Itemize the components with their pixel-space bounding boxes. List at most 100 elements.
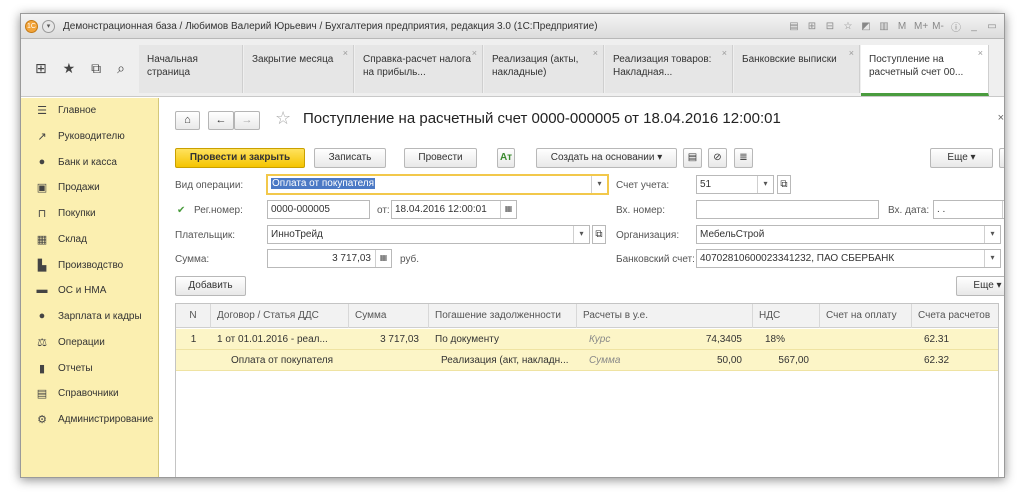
back-button[interactable]: ← (208, 111, 234, 130)
column-header[interactable]: Погашение задолженности (429, 304, 577, 328)
regnum-field[interactable]: 0000-000005 (267, 200, 370, 219)
calendar-icon[interactable]: ▦ (1002, 201, 1004, 218)
close-icon[interactable]: × (998, 112, 1004, 124)
table-more-button[interactable]: Еще ▾ (956, 276, 1004, 296)
sidebar-item-warehouse[interactable]: ▦ Склад (21, 229, 159, 249)
sidebar-item-main[interactable]: ☰ Главное (21, 100, 159, 120)
home-button[interactable]: ⌂ (175, 111, 200, 130)
open-icon[interactable]: ⧉ (1004, 249, 1005, 268)
sidebar-item-sales[interactable]: ▣ Продажи (21, 177, 159, 197)
tab-sales-acts[interactable]: Реализация (акты, накладные) × (484, 45, 604, 93)
memory-minus-icon[interactable]: M- (932, 21, 944, 32)
close-icon[interactable]: × (978, 47, 983, 60)
open-icon[interactable]: ⧉ (777, 175, 791, 194)
tab-month-close[interactable]: Закрытие месяца × (244, 45, 354, 93)
calendar-icon[interactable]: ▦ (500, 201, 516, 218)
tab-bank-statements[interactable]: Банковские выписки × (734, 45, 860, 93)
title-bar: 1С ▾ Демонстрационная база / Любимов Вал… (21, 14, 1004, 39)
chevron-down-icon[interactable]: ▾ (757, 176, 773, 193)
chevron-down-icon[interactable]: ▾ (984, 250, 1000, 267)
open-icon[interactable]: ⧉ (1004, 225, 1005, 244)
favorite-icon[interactable]: ☆ (842, 21, 854, 32)
favorites-icon[interactable]: ★ (63, 60, 76, 77)
close-icon[interactable]: × (593, 47, 598, 60)
column-header[interactable]: Счета расчетов (912, 304, 1000, 328)
attachment-icon[interactable]: ⊘ (708, 148, 727, 168)
sidebar-item-salary[interactable]: ● Зарплата и кадры (21, 306, 159, 326)
calculator-icon[interactable]: ▦ (375, 250, 391, 267)
incoming-date-field[interactable]: . . ▦ (933, 200, 1004, 219)
post-button[interactable]: Провести (404, 148, 477, 168)
bank-account-select[interactable]: 40702810600023341232, ПАО СБЕРБАНК ▾ (696, 249, 1001, 268)
sidebar-item-manager[interactable]: ↗ Руководителю (21, 126, 159, 146)
list-icon[interactable]: ≣ (734, 148, 753, 168)
print-icon[interactable]: ▤ (683, 148, 702, 168)
chevron-down-icon[interactable]: ▾ (573, 226, 589, 243)
chevron-down-icon[interactable]: ▾ (984, 226, 1000, 243)
forward-button[interactable]: → (234, 111, 260, 130)
column-header[interactable]: Расчеты в у.е. (577, 304, 753, 328)
add-row-button[interactable]: Добавить (175, 276, 246, 296)
sum-field[interactable]: 3 717,03 ▦ (267, 249, 392, 268)
star-icon[interactable]: ☆ (275, 108, 291, 129)
calculator-icon[interactable]: ▥ (878, 21, 890, 32)
app-menu-icon[interactable]: 1С (25, 19, 38, 33)
search-icon[interactable]: ⌕ (117, 60, 125, 77)
sidebar-item-operations[interactable]: ⚖ Операции (21, 332, 159, 352)
table-row[interactable]: 1 1 от 01.01.2016 - реал... 3 717,03 По … (176, 329, 998, 350)
column-header[interactable]: N (176, 304, 211, 328)
sidebar-item-production[interactable]: ▙ Производство (21, 255, 159, 275)
close-icon[interactable]: × (343, 47, 348, 60)
info-icon[interactable]: ⓘ (950, 19, 962, 34)
close-icon[interactable]: × (472, 47, 477, 60)
column-header[interactable]: НДС (753, 304, 820, 328)
check-icon: ✔ (177, 205, 186, 216)
save-button[interactable]: Записать (314, 148, 386, 168)
tab-receipt-active[interactable]: Поступление на расчетный счет 00... × (861, 45, 989, 96)
close-icon[interactable]: × (722, 47, 727, 60)
post-and-close-button[interactable]: Провести и закрыть (175, 148, 305, 168)
sidebar-item-bank[interactable]: ● Банк и касса (21, 152, 159, 172)
minimize-icon[interactable]: _ (968, 21, 980, 32)
create-based-on-button[interactable]: Создать на основании ▾ (536, 148, 677, 168)
maximize-icon[interactable]: ▭ (986, 21, 998, 32)
main-menu-icon[interactable]: ▾ (42, 19, 55, 33)
tab-sales-invoice[interactable]: Реализация товаров: Накладная... × (605, 45, 733, 93)
tool-icon[interactable]: ⊞ (806, 21, 818, 32)
chevron-down-icon[interactable]: ▾ (591, 176, 607, 193)
history-icon[interactable]: ⧉ (91, 60, 101, 77)
dt-kt-icon[interactable]: Ат (497, 148, 515, 168)
sidebar-item-label: Зарплата и кадры (58, 310, 142, 322)
tab-tax-report[interactable]: Справка-расчет налога на прибыль... × (355, 45, 483, 93)
column-header[interactable]: Счет на оплату (820, 304, 912, 328)
help-button[interactable]: ? (999, 148, 1004, 168)
apps-grid-icon[interactable]: ⊞ (35, 60, 47, 77)
column-header[interactable]: Сумма (349, 304, 429, 328)
close-icon[interactable]: × (849, 47, 854, 60)
payments-table: N Договор / Статья ДДС Сумма Погашение з… (175, 303, 1000, 477)
currency-label: руб. (400, 254, 420, 265)
table-row[interactable]: Оплата от покупателя Реализация (акт, на… (176, 350, 998, 371)
tool-icon[interactable]: ◩ (860, 21, 872, 32)
sidebar-item-purchases[interactable]: ⊓ Покупки (21, 203, 159, 223)
sidebar-item-admin[interactable]: ⚙ Администрирование (21, 409, 159, 429)
tab-start-page[interactable]: Начальная страница (139, 45, 243, 93)
column-header[interactable]: Договор / Статья ДДС (211, 304, 349, 328)
memory-plus-icon[interactable]: M+ (914, 21, 928, 32)
payer-select[interactable]: ИнноТрейд ▾ (267, 225, 590, 244)
organization-select[interactable]: МебельСтрой ▾ (696, 225, 1001, 244)
sidebar-item-directories[interactable]: ▤ Справочники (21, 383, 159, 403)
operation-select[interactable]: Оплата от покупателя ▾ (266, 174, 609, 195)
tool-icon[interactable]: ▤ (788, 21, 800, 32)
account-select[interactable]: 51 ▾ (696, 175, 774, 194)
more-button[interactable]: Еще ▾ (930, 148, 993, 168)
sidebar-item-reports[interactable]: ▮ Отчеты (21, 358, 159, 378)
tool-icon[interactable]: ⊟ (824, 21, 836, 32)
memory-icon[interactable]: M (896, 21, 908, 32)
open-icon[interactable]: ⧉ (592, 225, 606, 244)
title-tools: ▤ ⊞ ⊟ ☆ ◩ ▥ M M+ M- ⓘ _ ▭ (788, 19, 998, 34)
sidebar-item-fixed-assets[interactable]: ▬ ОС и НМА (21, 280, 159, 300)
date-field[interactable]: 18.04.2016 12:00:01 ▦ (391, 200, 517, 219)
sidebar: ☰ Главное ↗ Руководителю ● Банк и касса … (21, 98, 159, 477)
incoming-number-field[interactable] (696, 200, 879, 219)
